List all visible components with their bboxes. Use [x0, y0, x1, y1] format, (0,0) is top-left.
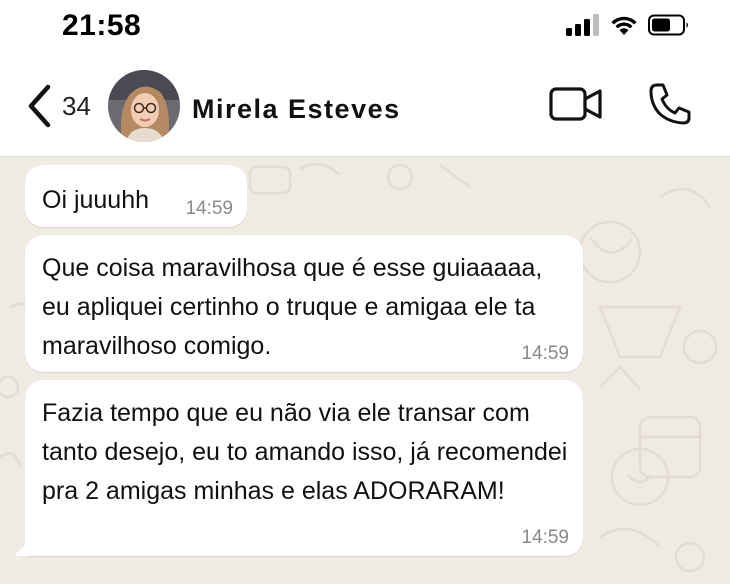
status-icons [566, 14, 690, 36]
chat-header: 34 Mirela Esteves [0, 54, 730, 157]
contact-name[interactable]: Mirela Esteves [192, 94, 401, 125]
message-text: Fazia tempo que eu não via ele transar c… [42, 399, 568, 505]
message-bubble[interactable]: Fazia tempo que eu não via ele transar c… [25, 380, 583, 556]
bubble-tail [14, 540, 30, 556]
message-time: 14:59 [521, 527, 569, 548]
signal-icon [566, 14, 599, 36]
message-bubble[interactable]: Que coisa maravilhosa que é esse guiaaaa… [25, 235, 583, 372]
wifi-icon [611, 16, 637, 35]
avatar-photo [108, 70, 180, 142]
status-time: 21:58 [62, 9, 142, 42]
voice-call-button[interactable] [648, 82, 692, 126]
status-bar: 21:58 [0, 0, 730, 54]
phone-icon [649, 83, 691, 125]
video-call-button[interactable] [548, 84, 604, 124]
message-text: Oi juuuhh [42, 186, 150, 214]
chat-area[interactable]: Oi juuuhh 14:59 Que coisa maravilhosa qu… [0, 157, 730, 584]
back-button[interactable]: 34 [26, 84, 106, 128]
battery-icon [648, 14, 688, 36]
avatar[interactable] [108, 70, 180, 142]
message-text: Que coisa maravilhosa que é esse guiaaaa… [42, 254, 543, 360]
message-time: 14:59 [521, 343, 569, 364]
video-camera-icon [549, 87, 602, 121]
unread-count: 34 [62, 90, 91, 121]
message-time: 14:59 [185, 198, 233, 219]
back-chevron-icon [28, 84, 51, 128]
message-bubble[interactable]: Oi juuuhh 14:59 [25, 165, 247, 227]
